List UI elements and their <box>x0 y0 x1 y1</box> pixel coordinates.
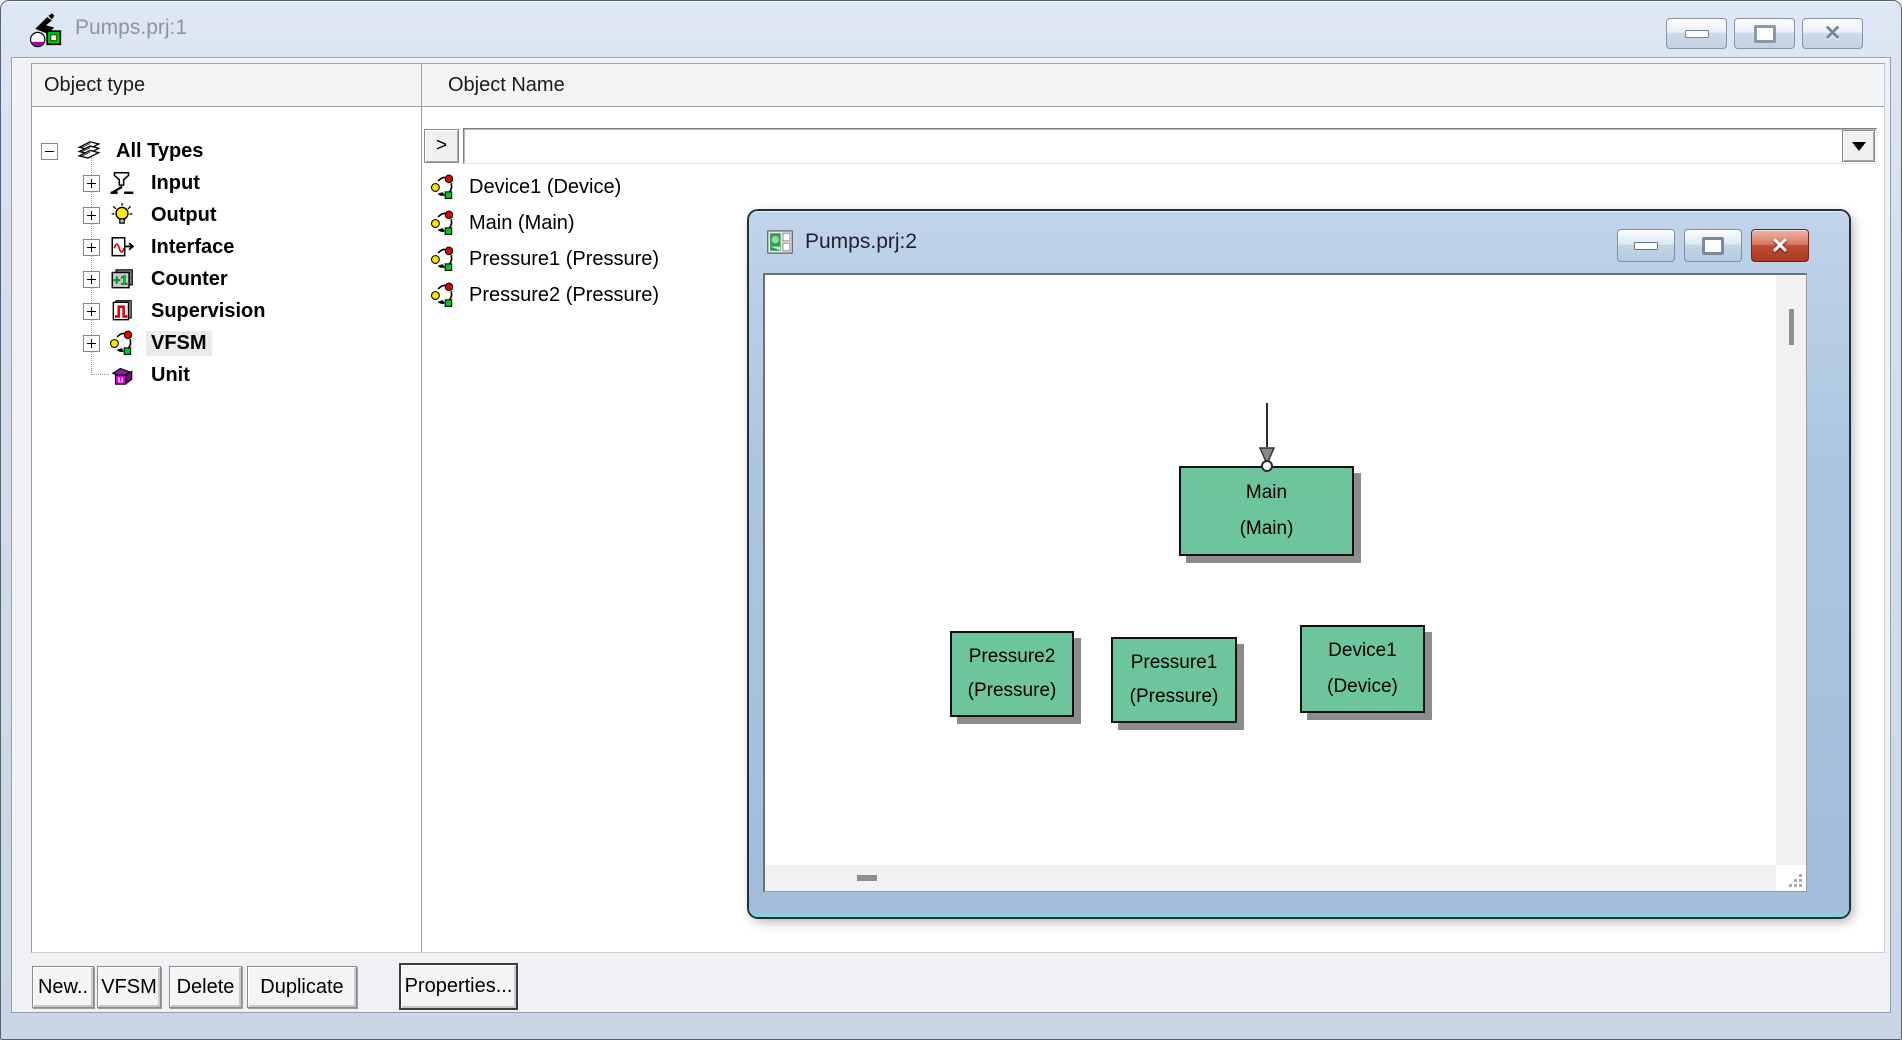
tree-item-supervision[interactable]: Supervision <box>83 295 270 327</box>
close-icon: ✕ <box>1824 23 1842 44</box>
tree-item-label: Counter <box>146 267 233 292</box>
node-type: (Main) <box>1240 518 1294 540</box>
delete-button[interactable]: Delete <box>169 966 242 1008</box>
minimize-button[interactable] <box>1666 18 1727 49</box>
object-list-item[interactable]: Device1 (Device) <box>423 169 1884 205</box>
tree-item-label: Input <box>146 171 205 196</box>
output-icon <box>109 202 135 228</box>
node-type: (Device) <box>1327 676 1398 698</box>
input-icon <box>109 170 135 196</box>
maximize-icon <box>1702 237 1724 255</box>
diagram-window-icon <box>766 228 794 256</box>
tree-item-label: Supervision <box>146 299 270 324</box>
initial-transition-line <box>1266 403 1268 447</box>
tree-item-input[interactable]: Input <box>83 167 205 199</box>
vfsm-icon <box>109 330 135 356</box>
close-icon: ✕ <box>1771 235 1789 257</box>
entry-point-connector[interactable] <box>1261 460 1273 472</box>
interface-icon <box>109 234 135 260</box>
counter-icon: +1 <box>109 266 135 292</box>
object-type-header[interactable]: Object type <box>32 64 422 106</box>
combobox-dropdown-button[interactable] <box>1842 130 1875 162</box>
main-window: Pumps.prj:1 ✕ Object type Object Name <box>0 0 1902 1040</box>
horizontal-scrollbar[interactable] <box>765 865 1776 891</box>
node-name: Pressure2 <box>969 646 1056 668</box>
outer-titlebar[interactable]: Pumps.prj:1 ✕ <box>1 1 1901 57</box>
tree-item-unit[interactable]: u Unit <box>83 359 195 391</box>
node-type: (Pressure) <box>968 680 1057 702</box>
state-node-device1[interactable]: Device1 (Device) <box>1300 625 1425 713</box>
new-button[interactable]: New.. <box>32 966 94 1008</box>
duplicate-button[interactable]: Duplicate <box>247 966 357 1008</box>
column-headers: Object type Object Name <box>32 64 1884 107</box>
state-node-pressure1[interactable]: Pressure1 (Pressure) <box>1111 637 1237 723</box>
object-list-item-label: Pressure2 (Pressure) <box>469 284 659 307</box>
tree-item-vfsm[interactable]: VFSM <box>83 327 212 359</box>
tree-item-output[interactable]: Output <box>83 199 222 231</box>
collapse-toggle[interactable] <box>41 143 58 160</box>
object-name-header-label: Object Name <box>448 74 565 97</box>
vfsm-icon <box>430 246 456 272</box>
vfsm-icon <box>430 174 456 200</box>
tree-item-label: Unit <box>146 363 195 388</box>
minimize-icon <box>1685 30 1709 38</box>
tree-item-label: Output <box>146 203 222 228</box>
object-list-item-label: Pressure1 (Pressure) <box>469 248 659 271</box>
tree-item-label: Interface <box>146 235 239 260</box>
vfsm-icon <box>430 282 456 308</box>
state-node-main[interactable]: Main (Main) <box>1179 466 1354 556</box>
inner-close-button[interactable]: ✕ <box>1751 229 1809 262</box>
horizontal-scrollbar-thumb[interactable] <box>857 875 877 881</box>
maximize-button[interactable] <box>1734 18 1795 49</box>
tree-item-all-types[interactable]: All Types <box>41 135 208 167</box>
name-filter-expand-button[interactable]: > <box>424 129 459 163</box>
object-name-header[interactable]: Object Name <box>422 64 1884 106</box>
chevron-down-icon <box>1852 142 1866 158</box>
resize-grip[interactable] <box>1785 870 1803 888</box>
all-types-icon <box>76 138 102 164</box>
svg-text:+1: +1 <box>113 272 128 287</box>
inner-maximize-button[interactable] <box>1684 229 1742 262</box>
object-list-item-label: Device1 (Device) <box>469 176 621 199</box>
object-type-tree: All Types Input Output Interface +1 Count… <box>32 107 422 952</box>
project-diagram-window: Pumps.prj:2 ✕ Main (Main) Pressure2 (Pressu… <box>749 211 1849 917</box>
node-name: Device1 <box>1328 640 1397 662</box>
inner-minimize-button[interactable] <box>1617 229 1675 262</box>
inner-titlebar[interactable]: Pumps.prj:2 ✕ <box>749 211 1849 271</box>
close-button[interactable]: ✕ <box>1802 18 1863 49</box>
node-type: (Pressure) <box>1130 686 1219 708</box>
tree-item-label: All Types <box>111 139 208 164</box>
tree-item-counter[interactable]: +1 Counter <box>83 263 233 295</box>
svg-text:u: u <box>118 375 124 385</box>
expand-toggle[interactable] <box>83 271 100 288</box>
unit-icon: u <box>109 362 135 388</box>
window-title: Pumps.prj:1 <box>75 16 187 40</box>
object-list-item-label: Main (Main) <box>469 212 575 235</box>
object-name-combobox[interactable] <box>463 128 1877 164</box>
expand-toggle[interactable] <box>83 175 100 192</box>
properties-button[interactable]: Properties... <box>399 963 518 1010</box>
diagram-canvas[interactable]: Main (Main) Pressure2 (Pressure) Pressure1 (P… <box>763 273 1807 892</box>
expand-toggle[interactable] <box>83 207 100 224</box>
node-name: Main <box>1246 482 1287 504</box>
vfsm-button[interactable]: VFSM <box>97 966 161 1008</box>
vfsm-icon <box>430 210 456 236</box>
state-node-pressure2[interactable]: Pressure2 (Pressure) <box>950 631 1074 717</box>
vertical-scrollbar-thumb[interactable] <box>1789 309 1794 345</box>
app-icon <box>27 11 65 49</box>
vertical-scrollbar[interactable] <box>1776 275 1806 865</box>
tree-item-interface[interactable]: Interface <box>83 231 239 263</box>
tree-connector-stub <box>91 374 109 375</box>
node-name: Pressure1 <box>1131 652 1218 674</box>
expand-toggle[interactable] <box>83 303 100 320</box>
inner-window-title: Pumps.prj:2 <box>805 230 917 254</box>
expand-toggle[interactable] <box>83 335 100 352</box>
minimize-icon <box>1634 242 1658 250</box>
tree-item-label: VFSM <box>146 331 212 356</box>
object-type-header-label: Object type <box>44 74 145 97</box>
supervision-icon <box>109 298 135 324</box>
expand-toggle[interactable] <box>83 239 100 256</box>
maximize-icon <box>1754 25 1776 43</box>
